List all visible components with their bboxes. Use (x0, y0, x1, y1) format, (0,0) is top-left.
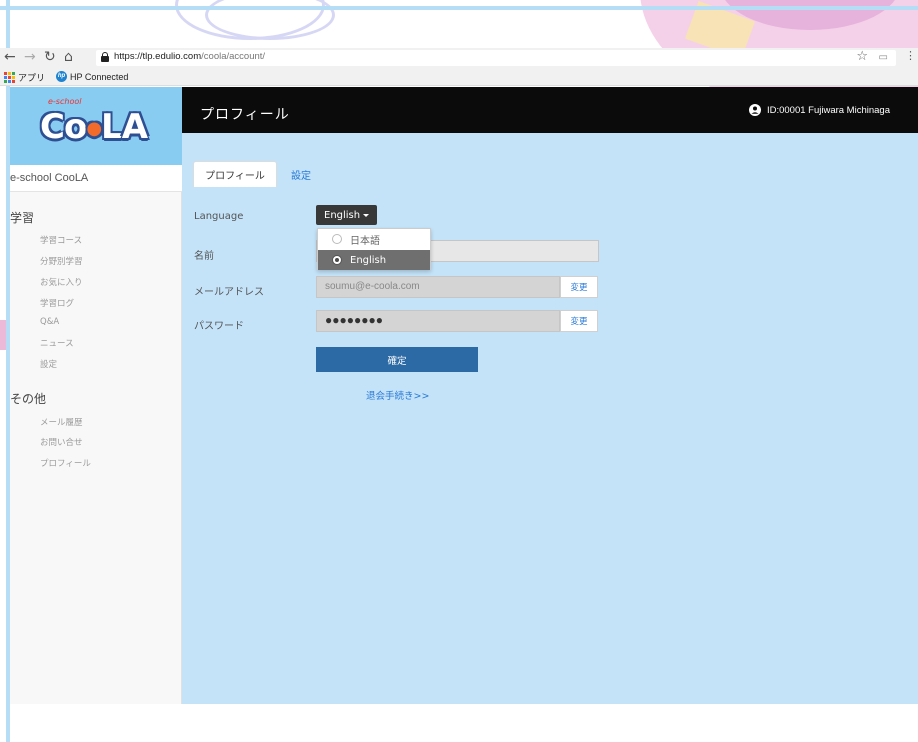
forward-icon[interactable]: → (24, 49, 36, 65)
withdraw-link[interactable]: 退会手続き>> (366, 388, 429, 402)
language-select[interactable]: English (316, 205, 378, 225)
email-change-button[interactable]: 変更 (560, 276, 598, 298)
password-change-button[interactable]: 変更 (560, 310, 598, 332)
back-icon[interactable]: ← (4, 49, 16, 65)
language-label: Language (194, 211, 244, 222)
radio-checked-icon (332, 255, 342, 265)
url-host: https://tlp.edulio.com (114, 51, 202, 62)
sidebar-section-title: その他 (10, 392, 47, 406)
window-frame (0, 6, 918, 10)
user-info[interactable]: ID:00001 Fujiwara Michinaga (748, 104, 890, 116)
hp-icon: hp (56, 71, 67, 82)
sidebar-item-mail-history[interactable]: メール履歴 (40, 416, 83, 428)
language-option-english[interactable]: English (318, 250, 430, 270)
app-window: e-school Co●LA e-school CooLA 学習 学習コース 分… (10, 87, 918, 704)
window-frame (0, 320, 6, 350)
sidebar-section-title: 学習 (10, 211, 35, 225)
main-content: プロフィール 設定 Language English 名前 メールアドレス so… (182, 133, 918, 704)
url-path: /coola/account/ (201, 51, 266, 62)
sidebar-item-study-log[interactable]: 学習ログ (40, 297, 74, 309)
apps-icon (4, 72, 15, 83)
tab-settings[interactable]: 設定 (286, 161, 316, 187)
sidebar-item-news[interactable]: ニュース (40, 337, 74, 349)
extension-icon[interactable]: ▭ (879, 52, 888, 63)
submit-button[interactable]: 確定 (316, 347, 478, 372)
user-id-label: ID:00001 Fujiwara Michinaga (766, 104, 890, 116)
sidebar: e-school Co●LA e-school CooLA 学習 学習コース 分… (10, 87, 182, 704)
email-label: メールアドレス (194, 287, 264, 298)
bookmark-apps[interactable]: アプリ (4, 71, 45, 84)
url-text: https://tlp.edulio.com/coola/account/ (114, 51, 265, 62)
password-field[interactable]: ●●●●●●●● (316, 310, 560, 332)
logo[interactable]: e-school Co●LA (10, 87, 182, 165)
star-icon[interactable]: ☆ (856, 49, 868, 64)
language-value: English (324, 209, 361, 221)
sidebar-item-contact[interactable]: お問い合せ (40, 436, 83, 448)
bookmark-hp-connected[interactable]: hp HP Connected (56, 71, 128, 82)
address-bar[interactable]: https://tlp.edulio.com/coola/account/ ☆ … (96, 49, 896, 66)
caret-down-icon (363, 214, 370, 217)
tab-profile[interactable]: プロフィール (193, 161, 277, 187)
site-name: e-school CooLA (10, 165, 182, 192)
sidebar-item-favorites[interactable]: お気に入り (40, 276, 83, 288)
radio-unchecked-icon (332, 234, 342, 244)
logo-letter: o (63, 107, 87, 147)
sidebar-item-profile[interactable]: プロフィール (40, 457, 91, 469)
browser-toolbar: ← → ↻ ⌂ https://tlp.edulio.com/coola/acc… (0, 48, 918, 68)
logo-text: Co●LA (40, 107, 148, 147)
bookmarks-bar: アプリ hp HP Connected (0, 68, 918, 86)
reload-icon[interactable]: ↻ (44, 49, 56, 65)
logo-letter: L (101, 107, 123, 147)
email-field[interactable]: soumu@e-coola.com (316, 276, 560, 298)
language-option-japanese[interactable]: 日本語 (318, 229, 430, 249)
bookmark-label: HP Connected (70, 71, 129, 82)
logo-letter: A (121, 107, 148, 147)
name-label: 名前 (194, 251, 214, 262)
language-dropdown-menu: 日本語 English (317, 228, 431, 270)
logo-letter: ● (86, 118, 102, 139)
logo-letter: C (40, 107, 65, 147)
bookmark-label: アプリ (18, 73, 46, 83)
sidebar-item-settings[interactable]: 設定 (40, 358, 57, 370)
lock-icon (101, 52, 109, 62)
page-header: プロフィール ID:00001 Fujiwara Michinaga (182, 87, 918, 133)
sidebar-item-qa[interactable]: Q&A (40, 317, 59, 327)
sidebar-item-field-study[interactable]: 分野別学習 (40, 255, 83, 267)
password-label: パスワード (194, 321, 244, 332)
home-icon[interactable]: ⌂ (64, 49, 73, 65)
language-option-label: English (350, 254, 387, 266)
logo-subtitle: e-school (48, 97, 82, 106)
sidebar-item-course[interactable]: 学習コース (40, 234, 82, 246)
language-option-label: 日本語 (350, 235, 380, 247)
user-icon (748, 104, 761, 116)
page-title: プロフィール (200, 107, 290, 123)
menu-icon[interactable]: ⋮ (905, 49, 916, 62)
